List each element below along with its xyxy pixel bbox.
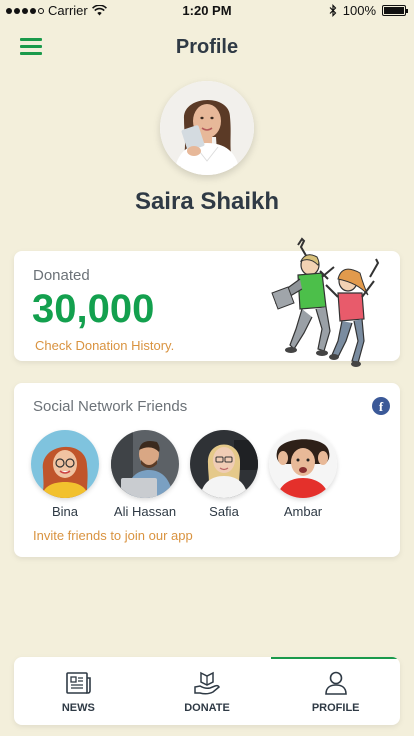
tab-news[interactable]: NEWS [14,657,143,725]
friend-avatar [190,430,258,498]
user-avatar-image [160,81,254,175]
donation-card: Donated 30,000 Check Donation History. [14,237,400,367]
status-right: 100% [329,3,408,18]
friend-item-ali-hassan[interactable]: Ali Hassan [105,430,185,519]
donation-history-link[interactable]: Check Donation History. [35,338,174,353]
donated-amount: 30,000 [32,287,155,331]
battery-icon [382,5,408,16]
friend-name: Safia [209,504,239,519]
bluetooth-icon [329,4,337,17]
page-title: Profile [175,36,239,58]
tab-label: PROFILE [311,702,360,714]
user-name: Saira Shaikh [134,188,280,215]
tab-label: DONATE [184,702,230,714]
friend-item-ambar[interactable]: Ambar [263,430,343,519]
bottom-tab-bar: NEWS DONATE PROFILE [14,657,400,725]
tab-label: NEWS [61,702,95,714]
user-profile-icon [324,671,347,695]
friend-item-bina[interactable]: Bina [25,430,105,519]
friends-title: Social Network Friends [33,398,188,415]
facebook-icon[interactable]: f [372,397,390,415]
friend-name: Ambar [283,504,323,519]
friend-item-safia[interactable]: Safia [184,430,264,519]
friend-avatar [111,430,179,498]
newspaper-icon [66,672,92,694]
jumping-people-illustration [271,237,380,367]
battery-percent: 100% [342,3,376,18]
invite-friends-link[interactable]: Invite friends to join our app [33,528,193,543]
user-avatar[interactable] [160,81,254,175]
tab-donate[interactable]: DONATE [143,657,272,725]
status-bar: Carrier 1:20 PM 100% [0,0,414,20]
friend-name: Ali Hassan [113,504,177,519]
donated-label: Donated [33,267,90,284]
donate-hand-icon [194,671,220,695]
friend-avatar [269,430,337,498]
social-friends-card: Social Network Friends f Bina Ali Hassan… [14,383,400,557]
friend-avatar [31,430,99,498]
tab-profile[interactable]: PROFILE [271,657,400,725]
friend-name: Bina [51,504,79,519]
